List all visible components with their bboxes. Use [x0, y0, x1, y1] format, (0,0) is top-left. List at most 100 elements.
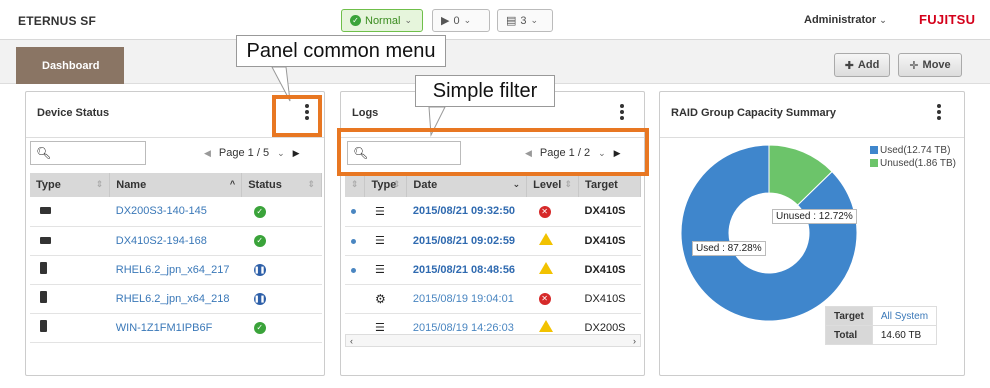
column-header-status[interactable]: Status ⇕	[241, 173, 322, 197]
table-row[interactable]: WIN-1Z1FM1IPB6F ✓	[30, 313, 322, 343]
column-header-level[interactable]: Level ⇕	[526, 173, 580, 197]
cell-level	[526, 226, 579, 256]
data-label-used: Used : 87.28%	[692, 241, 766, 256]
add-button[interactable]: ✚ Add	[834, 53, 890, 77]
sort-asc-icon: ^	[229, 179, 236, 189]
sort-icon: ⇕	[95, 179, 104, 189]
raid-capacity-panel: RAID Group Capacity Summary Used(12.74 T…	[659, 91, 965, 376]
panel-title: Device Status	[37, 107, 110, 119]
cell-type	[30, 255, 110, 285]
list-icon: ☰	[374, 235, 385, 247]
cell-type	[30, 313, 110, 343]
table-row[interactable]: DX410S2-194-168 ✓	[30, 226, 322, 256]
move-button[interactable]: ✛ Move	[898, 53, 962, 77]
table-row: Target All System	[825, 306, 938, 326]
cell-level: ✕	[526, 197, 579, 227]
cell-unread	[345, 284, 365, 314]
cell-type: ☰	[364, 255, 407, 285]
panel-title: RAID Group Capacity Summary	[671, 107, 837, 119]
scroll-right-icon[interactable]: ›	[633, 336, 636, 346]
play-icon: ▶	[441, 15, 450, 27]
server-icon	[40, 262, 47, 274]
table-row[interactable]: ☰ 2015/08/21 09:32:50 ✕ DX410S	[345, 197, 641, 227]
status-ok-icon: ✓	[253, 234, 266, 247]
column-header-target[interactable]: Target	[578, 173, 641, 197]
chevron-down-icon: ⌄	[463, 15, 472, 25]
move-icon: ✛	[909, 59, 919, 72]
status-ok-icon: ✓	[253, 205, 266, 218]
column-header-name[interactable]: Name ^	[109, 173, 243, 197]
cell-status: ✓	[241, 226, 322, 256]
chevron-down-icon: ⌄	[404, 15, 412, 25]
cell-name[interactable]: RHEL6.2_jpn_x64_218	[109, 284, 242, 314]
target-value-link[interactable]: All System	[871, 306, 938, 326]
server-icon	[40, 320, 47, 332]
cell-date[interactable]: 2015/08/21 08:48:56	[406, 255, 527, 285]
storage-icon	[40, 236, 51, 244]
table-row[interactable]: RHEL6.2_jpn_x64_218 ❚❚	[30, 284, 322, 314]
fujitsu-logo: FUJITSU	[919, 12, 976, 27]
table-row[interactable]: RHEL6.2_jpn_x64_217 ❚❚	[30, 255, 322, 285]
next-page-icon[interactable]: ▶	[293, 148, 300, 159]
prev-page-icon[interactable]: ◀	[204, 148, 211, 159]
table-header-row: Type ⇕ Name ^ Status ⇕	[30, 173, 322, 197]
log-icon: ▤	[506, 15, 517, 27]
column-header-unread[interactable]: ⇕	[345, 173, 366, 197]
cell-name[interactable]: RHEL6.2_jpn_x64_217	[109, 255, 242, 285]
cell-name[interactable]: DX200S3-140-145	[109, 197, 242, 227]
user-menu[interactable]: Administrator ⌄	[804, 14, 887, 26]
user-name: Administrator	[804, 14, 877, 26]
column-header-type[interactable]: Type ⇕	[364, 173, 408, 197]
table-row[interactable]: ⚙ 2015/08/19 19:04:01 ✕ DX410S	[345, 284, 641, 314]
cell-name[interactable]: DX410S2-194-168	[109, 226, 242, 256]
capacity-donut-chart	[680, 144, 858, 322]
list-icon: ☰	[374, 264, 385, 276]
horizontal-scrollbar[interactable]: ‹ ›	[345, 334, 641, 347]
cell-target: DX410S	[578, 284, 641, 314]
sort-icon: ⇕	[350, 179, 359, 189]
table-row: Total 14.60 TB	[825, 325, 938, 345]
target-key: Target	[825, 306, 873, 326]
table-row[interactable]: ☰ 2015/08/21 08:48:56 DX410S	[345, 255, 641, 285]
kebab-menu-icon[interactable]	[617, 102, 627, 122]
cell-level: ✕	[526, 284, 579, 314]
status-normal-button[interactable]: ✓ Normal ⌄	[341, 9, 423, 32]
cell-status: ✓	[241, 313, 322, 343]
cell-date[interactable]: 2015/08/21 09:02:59	[406, 226, 527, 256]
table-row[interactable]: ☰ 2015/08/21 09:02:59 DX410S	[345, 226, 641, 256]
callout-simple-filter: Simple filter	[415, 75, 555, 107]
cell-type: ☰	[364, 197, 407, 227]
pager: ◀ Page 1 / 5 ⌄ ▶	[204, 147, 300, 159]
log-count-button[interactable]: ▤ 3 ⌄	[497, 9, 553, 32]
column-header-date[interactable]: Date ⌄	[406, 173, 528, 197]
column-header-type[interactable]: Type ⇕	[30, 173, 111, 197]
cell-status: ❚❚	[241, 284, 322, 314]
log-count: 3	[520, 14, 527, 27]
legend-item-unused: Unused(1.86 TB)	[870, 157, 956, 170]
page-indicator[interactable]: Page 1 / 5	[219, 147, 269, 159]
scroll-left-icon[interactable]: ‹	[350, 336, 353, 346]
cell-date[interactable]: 2015/08/19 19:04:01	[406, 284, 527, 314]
cell-name[interactable]: WIN-1Z1FM1IPB6F	[109, 313, 242, 343]
capacity-summary-table: Target All System Total 14.60 TB	[825, 306, 938, 345]
error-icon: ✕	[538, 205, 551, 218]
search-input[interactable]: 🔍︎	[30, 141, 146, 165]
kebab-menu-icon[interactable]	[934, 102, 944, 122]
cell-target: DX410S	[578, 226, 641, 256]
total-key: Total	[825, 325, 873, 345]
warning-icon	[538, 262, 553, 274]
legend-item-used: Used(12.74 TB)	[870, 144, 956, 157]
list-icon: ☰	[374, 322, 385, 334]
running-jobs-button[interactable]: ▶ 0 ⌄	[432, 9, 490, 32]
search-icon: 🔍︎	[36, 146, 52, 160]
callout-panel-common-menu: Panel common menu	[236, 35, 446, 67]
logs-table: ⇕ Type ⇕ Date ⌄ Level ⇕ Target ☰ 2015/08/21 …	[345, 173, 641, 343]
check-icon: ✓	[350, 15, 361, 26]
highlight-panel-menu	[272, 95, 322, 137]
cell-date[interactable]: 2015/08/21 09:32:50	[406, 197, 527, 227]
cell-unread	[345, 255, 365, 285]
tab-dashboard[interactable]: Dashboard	[16, 47, 124, 84]
sort-icon: ⇕	[564, 179, 573, 189]
table-row[interactable]: DX200S3-140-145 ✓	[30, 197, 322, 227]
cell-status: ❚❚	[241, 255, 322, 285]
